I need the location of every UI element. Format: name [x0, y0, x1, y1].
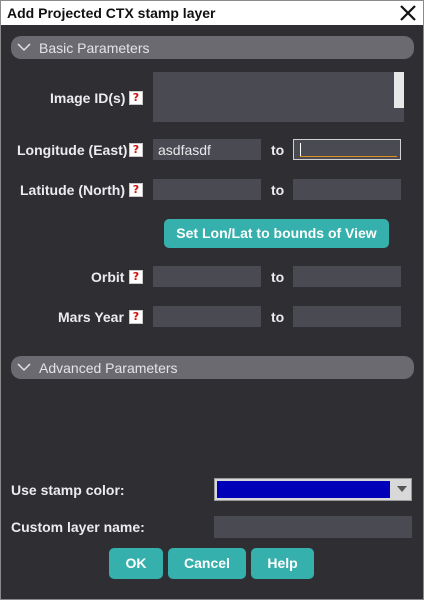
custom-name-label: Custom layer name: — [11, 519, 145, 535]
chevron-down-icon — [17, 363, 31, 372]
ok-button[interactable]: OK — [109, 548, 163, 579]
basic-parameters-header[interactable]: Basic Parameters — [11, 36, 414, 59]
orbit-to-label: to — [271, 269, 285, 285]
custom-name-input[interactable] — [214, 516, 412, 538]
advanced-parameters-header[interactable]: Advanced Parameters — [11, 356, 414, 379]
image-ids-label: Image ID(s) — [50, 90, 126, 106]
stamp-color-label: Use stamp color: — [11, 482, 125, 498]
basic-parameters-label: Basic Parameters — [39, 40, 150, 56]
latitude-label: Latitude (North) — [20, 182, 125, 198]
image-ids-input[interactable] — [153, 72, 404, 122]
help-button[interactable]: Help — [251, 548, 314, 579]
chevron-down-icon — [17, 43, 31, 52]
scroll-thumb[interactable] — [394, 72, 404, 108]
stamp-color-swatch — [217, 481, 390, 498]
latitude-help-icon[interactable]: ? — [129, 183, 143, 197]
advanced-parameters-label: Advanced Parameters — [39, 360, 178, 376]
latitude-to-input[interactable] — [293, 179, 401, 200]
title-bar: Add Projected CTX stamp layer — [1, 1, 423, 25]
orbit-label: Orbit — [91, 269, 125, 285]
mars-year-help-icon[interactable]: ? — [129, 310, 143, 324]
text-caret — [300, 143, 301, 157]
set-bounds-button[interactable]: Set Lon/Lat to bounds of View — [164, 219, 389, 248]
cancel-button[interactable]: Cancel — [168, 548, 246, 579]
latitude-from-input[interactable] — [153, 179, 261, 200]
longitude-help-icon[interactable]: ? — [129, 143, 143, 157]
orbit-help-icon[interactable]: ? — [129, 270, 143, 284]
mars-year-from-input[interactable] — [153, 306, 261, 327]
chevron-down-icon — [397, 486, 407, 492]
close-x-icon — [400, 5, 416, 21]
image-ids-scrollbar[interactable] — [394, 72, 404, 122]
add-ctx-stamp-dialog: Add Projected CTX stamp layer Basic Para… — [0, 0, 424, 600]
stamp-color-select[interactable] — [214, 478, 412, 501]
mars-year-to-input[interactable] — [293, 306, 401, 327]
mars-year-label: Mars Year — [58, 309, 124, 325]
longitude-label: Longitude (East) — [17, 142, 128, 158]
longitude-from-input[interactable] — [153, 139, 261, 160]
orbit-to-input[interactable] — [293, 266, 401, 287]
image-ids-help-icon[interactable]: ? — [129, 91, 143, 105]
latitude-to-label: to — [271, 182, 285, 198]
focus-underline — [300, 156, 397, 157]
mars-year-to-label: to — [271, 309, 285, 325]
orbit-from-input[interactable] — [153, 266, 261, 287]
longitude-to-input[interactable] — [293, 139, 401, 160]
dialog-title: Add Projected CTX stamp layer — [7, 5, 216, 21]
longitude-to-label: to — [271, 142, 285, 158]
close-button[interactable] — [397, 2, 419, 24]
